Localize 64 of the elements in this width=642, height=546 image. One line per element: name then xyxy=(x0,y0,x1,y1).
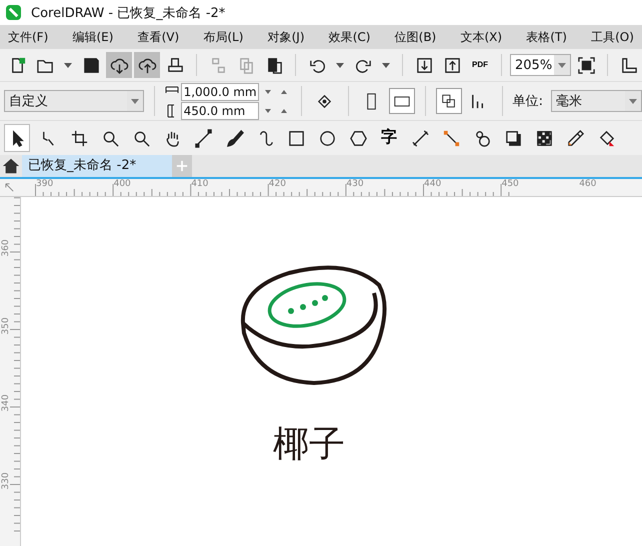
menu-item[interactable]: 文本(X) xyxy=(460,28,502,46)
cloud-up-button[interactable] xyxy=(134,52,160,78)
ruler-label: 330 xyxy=(1,472,11,490)
eyedropper-icon xyxy=(566,128,584,148)
landscape-button[interactable] xyxy=(388,88,415,114)
menu-item[interactable]: 表格(T) xyxy=(526,28,567,46)
window-title: CorelDRAW - 已恢复_未命名 -2* xyxy=(31,4,226,22)
crop-icon xyxy=(70,128,88,148)
menu-item[interactable]: 布局(L) xyxy=(203,28,244,46)
menu-item[interactable]: 效果(C) xyxy=(328,28,370,46)
polygon-icon xyxy=(348,128,368,148)
save-icon xyxy=(82,56,100,74)
app-logo-icon xyxy=(6,5,21,20)
ruler-label: 450 xyxy=(502,179,519,189)
all-pages-button[interactable] xyxy=(436,88,462,114)
pdf-button[interactable]: PDF xyxy=(467,52,493,78)
units-dropdown[interactable]: 毫米 xyxy=(550,90,642,112)
caret-icon[interactable] xyxy=(382,62,390,68)
ruler-label: 400 xyxy=(114,179,131,189)
caret-icon[interactable] xyxy=(64,62,72,68)
ruler-icon xyxy=(620,56,638,74)
menu-item[interactable]: 查看(V) xyxy=(138,28,180,46)
page-size-dropdown[interactable]: 自定义 xyxy=(4,90,144,112)
transparency-icon xyxy=(534,128,554,148)
zoom-combo[interactable]: 205% xyxy=(510,54,571,76)
document-tab[interactable]: 已恢复_未命名 -2* xyxy=(22,155,172,177)
ruler-label: 430 xyxy=(346,179,364,189)
shadow-icon xyxy=(504,128,522,148)
connector-icon xyxy=(442,128,460,148)
caption-text: 椰子 xyxy=(273,425,345,465)
dimension-icon xyxy=(410,128,430,148)
ruler-label: 390 xyxy=(36,179,54,189)
menu-item[interactable]: 位图(B) xyxy=(394,28,436,46)
home-icon[interactable] xyxy=(2,157,20,175)
ruler-label: 350 xyxy=(1,316,11,334)
caret-icon[interactable] xyxy=(336,62,344,68)
export-icon xyxy=(442,56,462,74)
text-icon: 字 xyxy=(380,129,398,147)
ruler-label: 410 xyxy=(191,179,208,189)
ruler-label: 340 xyxy=(1,394,11,412)
ruler-label: 360 xyxy=(1,239,11,257)
print-icon xyxy=(166,56,184,74)
width-field[interactable]: 1,000.0 mm xyxy=(180,82,259,100)
import-icon xyxy=(414,56,434,74)
brush-icon xyxy=(224,128,244,148)
ruler-label: 440 xyxy=(424,179,442,189)
ruler-origin-icon xyxy=(4,182,15,193)
height-field[interactable]: 450.0 mm xyxy=(180,102,259,120)
menu-item[interactable]: 文件(F) xyxy=(8,28,48,46)
units-label: 单位: xyxy=(512,93,543,110)
menu-item[interactable]: 对象(J) xyxy=(268,28,305,46)
text-tool[interactable]: 字 xyxy=(376,124,402,152)
rect-icon xyxy=(286,128,306,148)
ruler-label: 460 xyxy=(579,179,596,189)
menu-item[interactable]: 编辑(E) xyxy=(72,28,114,46)
menu-item[interactable]: 工具(O) xyxy=(591,28,634,46)
bezier-icon xyxy=(194,128,212,148)
pdf-icon: PDF xyxy=(470,61,490,69)
plus-icon xyxy=(176,160,188,172)
full-screen-icon xyxy=(576,56,596,74)
cloud-down-button[interactable] xyxy=(106,52,132,78)
ruler-label: 420 xyxy=(268,179,286,189)
zoom-icon xyxy=(100,128,120,148)
pick-tool[interactable] xyxy=(4,124,30,152)
